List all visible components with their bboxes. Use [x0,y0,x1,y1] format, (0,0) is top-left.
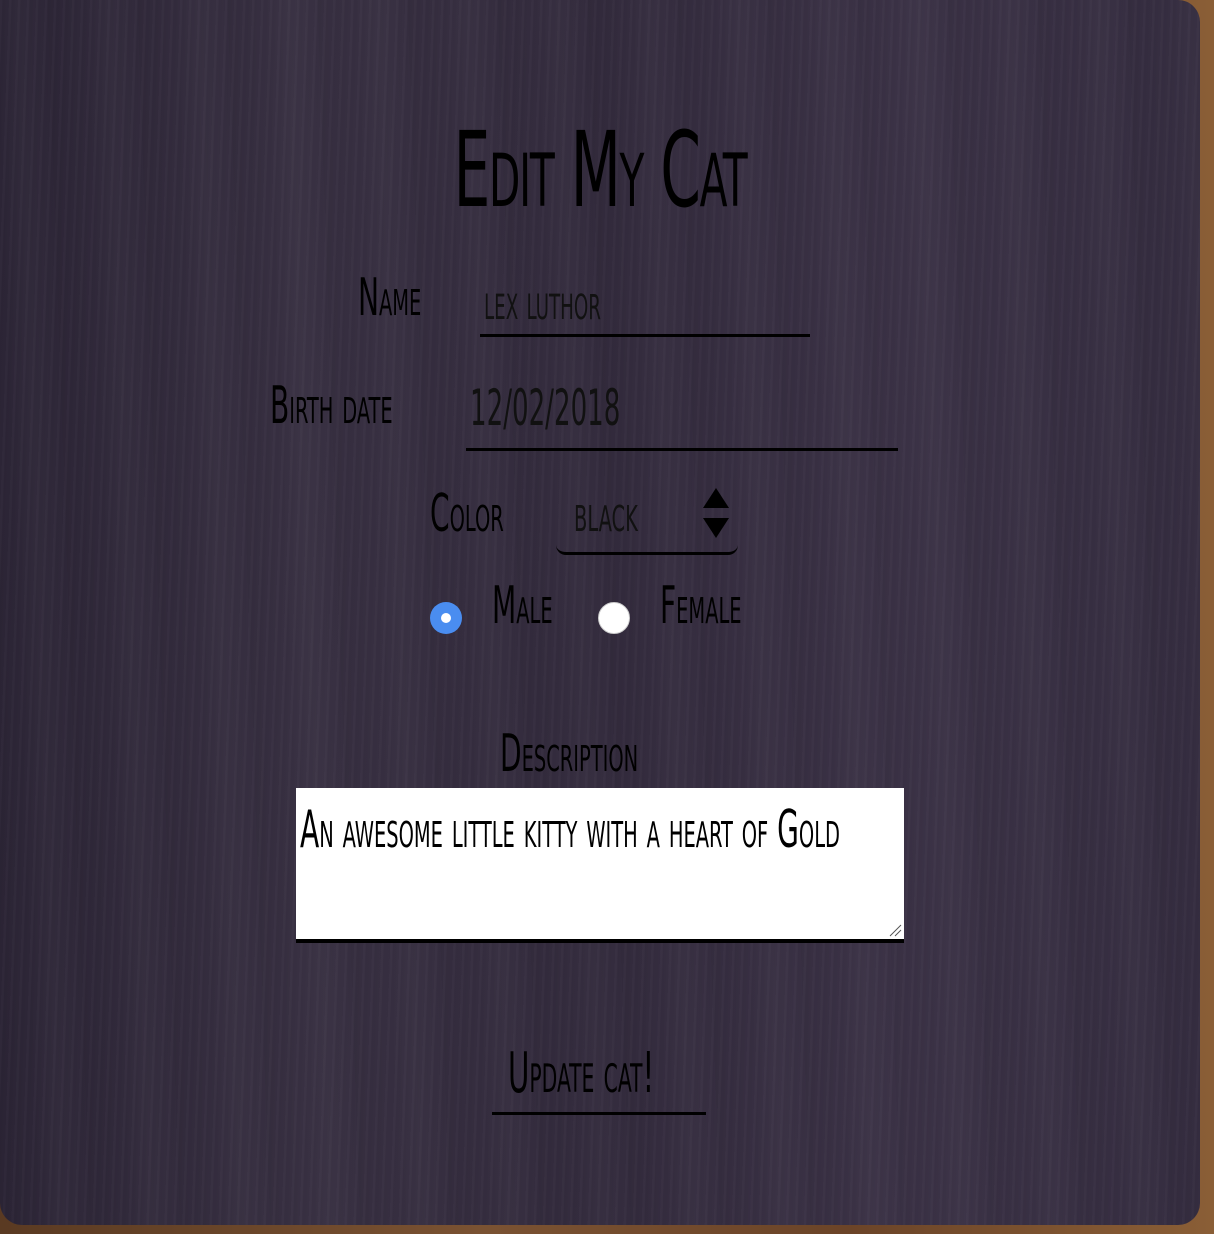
male-label[interactable]: Male [492,576,553,636]
description-textarea[interactable]: An awesome little kitty with a heart of … [296,788,904,943]
up-down-arrows-icon [703,488,729,538]
birth-date-input[interactable] [470,378,972,438]
birth-date-label: Birth date [270,376,393,436]
name-input[interactable] [484,272,867,332]
color-select-value: black [574,484,638,544]
name-field-wrapper [480,270,867,337]
color-select[interactable]: black [556,478,738,555]
description-label: Description [500,724,639,784]
update-cat-button-label: Update cat! [508,1041,655,1106]
female-label[interactable]: Female [660,576,742,636]
resize-grip-icon[interactable] [888,923,902,937]
female-radio[interactable] [598,602,630,634]
description-text: An awesome little kitty with a heart of … [300,800,840,860]
update-cat-button[interactable]: Update cat! [492,1038,706,1115]
color-label: Color [430,484,504,544]
birth-date-field-wrapper [466,372,972,451]
page-title: Edit My Cat [453,109,748,231]
name-label: Name [358,268,422,328]
edit-cat-card: Edit My Cat Name Birth date Color black … [0,0,1200,1225]
male-radio[interactable] [430,602,462,634]
